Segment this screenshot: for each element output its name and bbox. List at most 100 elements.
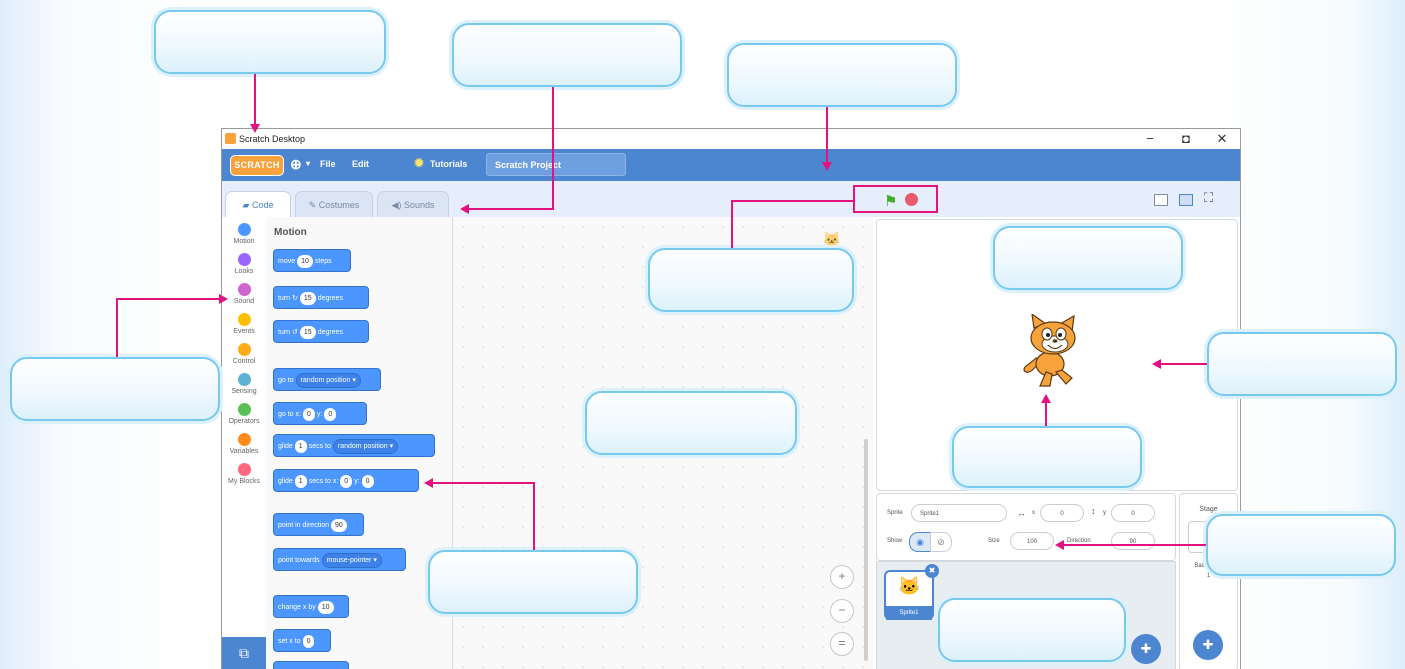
globe-icon[interactable]: ⊕: [290, 156, 302, 173]
block-input[interactable]: 1: [294, 439, 307, 453]
category-my-blocks[interactable]: My Blocks: [222, 459, 266, 489]
arrow-head: [250, 124, 260, 133]
category-operators[interactable]: Operators: [222, 399, 266, 429]
category-control[interactable]: Control: [222, 339, 266, 369]
block-input[interactable]: 0: [302, 634, 315, 648]
arrow-line: [432, 482, 535, 484]
eye-icon: ◉: [916, 537, 924, 547]
block-change-x[interactable]: change x by 10: [273, 595, 349, 618]
show-label: Show: [887, 538, 903, 544]
block-point-towards[interactable]: point towards mouse-pointer ▾: [273, 548, 406, 571]
block-text: turn: [278, 295, 291, 302]
close-button[interactable]: ✕: [1212, 131, 1232, 147]
block-input[interactable]: 15: [299, 325, 316, 339]
zoom-in-button[interactable]: +: [830, 565, 854, 589]
block-input[interactable]: 1: [294, 474, 307, 488]
window-title: Scratch Desktop: [239, 134, 306, 144]
tab-sounds[interactable]: ◀) Sounds: [377, 191, 449, 217]
lightbulb-icon: ✹: [414, 156, 425, 170]
code-scrollbar[interactable]: [864, 439, 868, 661]
menu-tutorials[interactable]: Tutorials: [430, 159, 467, 169]
zoom-out-button[interactable]: −: [830, 599, 854, 623]
block-dropdown[interactable]: random position ▾: [295, 372, 361, 388]
cat-add-icon: ✚: [1140, 641, 1152, 656]
block-input[interactable]: 0: [340, 474, 353, 488]
arrow-head: [424, 478, 433, 488]
show-visible-button[interactable]: ◉: [909, 532, 931, 552]
delete-sprite-button[interactable]: ✖: [925, 564, 939, 578]
cat-sprite[interactable]: [1020, 314, 1084, 390]
block-input[interactable]: 0: [302, 407, 315, 421]
x-input[interactable]: 0: [1040, 504, 1084, 522]
block-input[interactable]: 15: [299, 291, 316, 305]
large-stage-icon[interactable]: [1179, 194, 1193, 206]
block-dropdown[interactable]: mouse-pointer ▾: [321, 552, 382, 568]
sprite-name-input[interactable]: Sprite1: [911, 504, 1007, 522]
project-title-input[interactable]: Scratch Project: [486, 153, 626, 176]
callout-box-sprite-list: [938, 598, 1126, 662]
arrow-head: [1152, 359, 1161, 369]
y-arrow-icon: ↕: [1091, 506, 1096, 516]
block-go-to-xy[interactable]: go to x: 0 y: 0: [273, 402, 367, 425]
fullscreen-icon[interactable]: ⛶: [1204, 190, 1213, 206]
block-text: glide: [278, 478, 293, 485]
block-input[interactable]: 0: [361, 474, 374, 488]
block-text: secs to x:: [308, 478, 339, 485]
menu-bar: SCRATCH ⊕ ▾ File Edit ✹ Tutorials Scratc…: [222, 149, 1240, 181]
size-input[interactable]: 100: [1010, 532, 1054, 550]
category-events[interactable]: Events: [222, 309, 266, 339]
choose-sprite-button[interactable]: ✚: [1131, 634, 1161, 664]
category-label: Sound: [233, 298, 255, 305]
block-input[interactable]: 0: [324, 407, 337, 421]
motion-dot-icon: [237, 223, 251, 236]
block-go-to[interactable]: go to random position ▾: [273, 368, 381, 391]
show-hidden-button[interactable]: ⊘: [930, 532, 952, 552]
block-input[interactable]: 10: [317, 600, 334, 614]
x-label: x: [1032, 510, 1035, 516]
category-motion[interactable]: Motion: [222, 219, 266, 249]
block-point-in-direction[interactable]: point in direction 90: [273, 513, 364, 536]
y-label: y: [1103, 510, 1106, 516]
block-move-steps[interactable]: move 10 steps: [273, 249, 351, 272]
direction-input[interactable]: 90: [1111, 532, 1155, 550]
sprite-thumbnail[interactable]: 🐱 Sprite1: [884, 570, 934, 620]
tab-costumes[interactable]: ✎ Costumes: [295, 191, 373, 217]
block-glide-to-xy[interactable]: glide 1 secs to x: 0 y: 0: [273, 469, 419, 492]
block-turn-left[interactable]: turn ↺ 15 degrees: [273, 320, 369, 343]
category-sound[interactable]: Sound: [222, 279, 266, 309]
size-label: Size: [988, 538, 1000, 544]
block-text: go to x:: [278, 411, 301, 418]
arrow-line: [468, 208, 554, 210]
block-turn-right[interactable]: turn ↻ 15 degrees: [273, 286, 369, 309]
arrow-head: [460, 204, 469, 214]
sprite-thumbnail-name: Sprite1: [886, 606, 932, 620]
scratch-logo[interactable]: SCRATCH: [230, 155, 284, 176]
y-input[interactable]: 0: [1111, 504, 1155, 522]
add-extension-button[interactable]: ⧉: [222, 637, 266, 669]
tab-code[interactable]: ▰ Code: [225, 191, 291, 217]
block-input[interactable]: 10: [297, 254, 313, 268]
zoom-reset-button[interactable]: =: [830, 632, 854, 656]
block-input[interactable]: 90: [330, 518, 347, 532]
callout-box-menu-bar: [727, 43, 957, 107]
choose-backdrop-button[interactable]: ✚: [1193, 630, 1223, 660]
block-text: y:: [316, 411, 323, 418]
menu-file[interactable]: File: [320, 159, 336, 169]
category-label: Variables: [229, 448, 259, 455]
maximize-button[interactable]: ◘: [1176, 131, 1196, 146]
category-sensing[interactable]: Sensing: [222, 369, 266, 399]
block-text: go to: [278, 377, 294, 384]
category-label: My Blocks: [228, 478, 260, 485]
flag-stop-highlight: [853, 185, 938, 213]
callout-box-stage-right: [1207, 332, 1397, 396]
category-looks[interactable]: Looks: [222, 249, 266, 279]
small-stage-icon[interactable]: [1154, 194, 1168, 206]
minimize-button[interactable]: −: [1140, 131, 1160, 146]
block-dropdown[interactable]: random position ▾: [332, 438, 399, 454]
block-set-x[interactable]: set x to 0: [273, 629, 331, 652]
eye-slash-icon: ⊘: [937, 537, 945, 547]
block-glide-to[interactable]: glide 1 secs to random position ▾: [273, 434, 435, 457]
menu-edit[interactable]: Edit: [352, 159, 369, 169]
chevron-down-icon[interactable]: ▾: [306, 159, 310, 168]
category-variables[interactable]: Variables: [222, 429, 266, 459]
